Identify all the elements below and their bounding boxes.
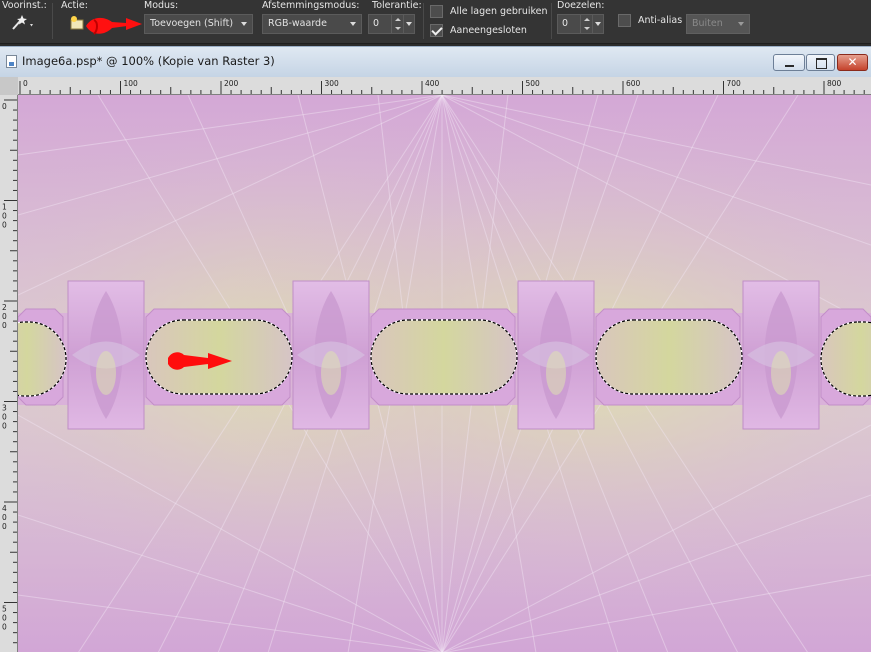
paintshop-window: Voorinst.: Actie: Modus: Toevoegen (Shif… [0, 0, 871, 652]
red-arrow-annotation [86, 17, 142, 35]
ruler-label: 2 [2, 303, 7, 312]
ruler-label: 0 [2, 221, 7, 230]
contiguous-label: Aaneengesloten [450, 25, 527, 36]
ruler-label: 200 [224, 79, 239, 88]
ruler-label: 800 [827, 79, 842, 88]
ruler-label: 0 [2, 321, 7, 330]
ruler-label: 0 [2, 212, 7, 221]
ruler-corner [0, 77, 18, 95]
ruler-label: 400 [425, 79, 440, 88]
chevron-down-icon [406, 22, 412, 26]
toolbar-separator [423, 3, 424, 39]
ruler-label: 0 [2, 513, 7, 522]
image-canvas[interactable] [18, 95, 871, 652]
ruler-label: 300 [325, 79, 340, 88]
ruler-label: 500 [526, 79, 541, 88]
magic-wand-icon [12, 15, 33, 30]
close-icon: ✕ [847, 55, 858, 69]
toolbar-separator [52, 3, 53, 39]
tolerance-spin-buttons[interactable] [391, 15, 403, 33]
document-window: Image6a.psp* @ 100% (Kopie van Raster 3)… [0, 46, 871, 652]
tolerance-label: Tolerantie: [372, 0, 422, 11]
ruler-label: 0 [2, 522, 7, 531]
chevron-down-icon [595, 22, 601, 26]
canvas-artwork[interactable] [18, 95, 871, 652]
feather-spin-buttons[interactable] [580, 15, 592, 33]
preset-button[interactable] [6, 12, 36, 34]
oval-link [371, 320, 517, 394]
ruler-label: 0 [23, 79, 28, 88]
use-all-layers-label: Alle lagen gebruiken [450, 6, 548, 17]
ruler-label: 0 [2, 623, 7, 632]
ruler-label: 5 [2, 605, 7, 614]
use-all-layers-checkbox[interactable] [430, 5, 443, 18]
arrow-down-icon [584, 27, 590, 30]
close-button[interactable]: ✕ [837, 54, 868, 71]
ruler-label: 100 [124, 79, 139, 88]
tile-ornament [771, 351, 791, 395]
antialias-checkbox[interactable] [618, 14, 631, 27]
contiguous-checkbox[interactable] [430, 24, 443, 37]
arrow-down-icon [395, 27, 401, 30]
mode-label: Modus: [144, 0, 179, 11]
feather-value: 0 [562, 18, 569, 29]
mode-value: Toevoegen (Shift) [150, 18, 234, 29]
tolerance-stepper[interactable]: 0 [368, 14, 415, 34]
antialias-label: Anti-alias [638, 15, 683, 26]
arrow-up-icon [395, 18, 401, 21]
chevron-down-icon [738, 22, 744, 26]
match-mode-label: Afstemmingsmodus: [262, 0, 360, 11]
tile-ornament [546, 351, 566, 395]
maximize-button[interactable] [806, 54, 835, 71]
tolerance-value: 0 [373, 18, 380, 29]
match-mode-dropdown[interactable]: RGB-waarde [262, 14, 362, 34]
ruler-label: 600 [626, 79, 641, 88]
arrow-up-icon [584, 18, 590, 21]
ruler-label: 0 [2, 614, 7, 623]
oval-link [596, 320, 742, 394]
tolerance-slider-button[interactable] [403, 14, 415, 34]
antialias-mode-value: Buiten [692, 18, 723, 29]
document-title: Image6a.psp* @ 100% (Kopie van Raster 3) [22, 54, 275, 68]
ruler-label: 0 [2, 422, 7, 431]
toolbar-separator [551, 3, 552, 39]
ruler-label: 4 [2, 504, 7, 513]
tile-ornament [321, 351, 341, 395]
document-icon [6, 55, 17, 68]
ruler-label: 0 [2, 413, 7, 422]
minimize-button[interactable] [773, 54, 805, 71]
ruler-label: 3 [2, 404, 7, 413]
feather-stepper[interactable]: 0 [557, 14, 604, 34]
tile-ornament [96, 351, 116, 395]
feather-slider-button[interactable] [592, 14, 604, 34]
ruler-label: 0 [2, 102, 7, 111]
horizontal-ruler[interactable]: 0 100 200 300 400 500 600 700 800 [18, 77, 871, 95]
feather-label: Doezelen: [557, 0, 605, 11]
chevron-down-icon [241, 22, 247, 26]
antialias-mode-dropdown: Buiten [686, 14, 750, 34]
mode-dropdown[interactable]: Toevoegen (Shift) [144, 14, 253, 34]
preset-label: Voorinst.: [2, 0, 47, 11]
match-mode-value: RGB-waarde [268, 18, 327, 29]
vertical-ruler[interactable]: 0100200300400500 [0, 95, 18, 652]
ruler-label: 1 [2, 203, 7, 212]
chevron-down-icon [350, 22, 356, 26]
tool-options-bar: Voorinst.: Actie: Modus: Toevoegen (Shif… [0, 0, 871, 44]
ruler-label: 700 [727, 79, 742, 88]
document-title-bar[interactable]: Image6a.psp* @ 100% (Kopie van Raster 3)… [0, 47, 871, 77]
ruler-label: 0 [2, 312, 7, 321]
